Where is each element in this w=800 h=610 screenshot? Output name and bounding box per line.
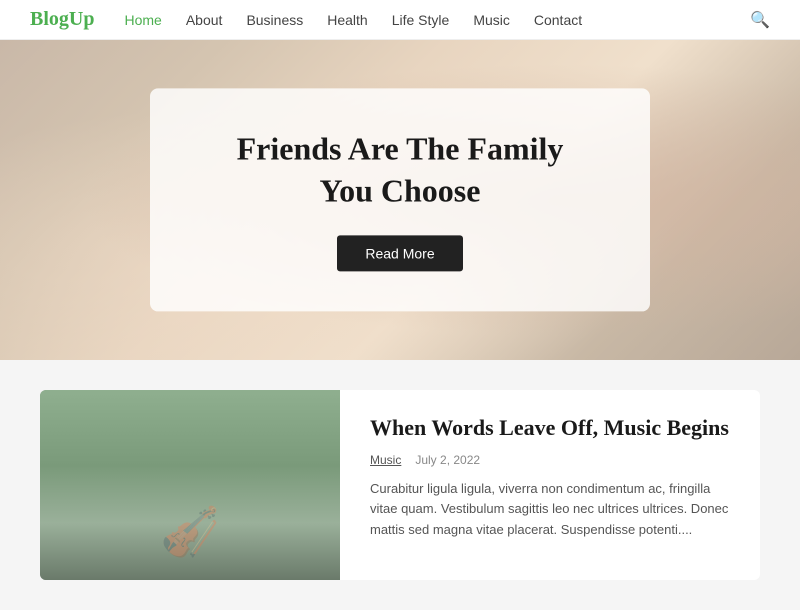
blog-section: When Words Leave Off, Music Begins Music… (0, 360, 800, 610)
header: BlogUp Home About Business Health Life S… (0, 0, 800, 40)
nav-item-about[interactable]: About (186, 12, 223, 28)
logo-text: Blog (30, 8, 69, 30)
blog-post-date: July 2, 2022 (415, 453, 480, 467)
nav-item-contact[interactable]: Contact (534, 12, 582, 28)
logo[interactable]: BlogUp (30, 8, 94, 31)
nav-item-health[interactable]: Health (327, 12, 367, 28)
hero-section: Friends Are The Family You Choose Read M… (0, 40, 800, 360)
nav-item-home[interactable]: Home (124, 12, 161, 28)
search-icon[interactable]: 🔍 (750, 10, 770, 30)
blog-post-meta: Music July 2, 2022 (370, 453, 740, 467)
blog-post-content: When Words Leave Off, Music Begins Music… (370, 390, 760, 580)
blog-post-category[interactable]: Music (370, 453, 401, 467)
nav-item-business[interactable]: Business (246, 12, 303, 28)
read-more-button[interactable]: Read More (337, 236, 462, 272)
nav-item-lifestyle[interactable]: Life Style (392, 12, 450, 28)
blog-card: When Words Leave Off, Music Begins Music… (40, 390, 760, 580)
blog-post-excerpt: Curabitur ligula ligula, viverra non con… (370, 479, 740, 541)
blog-post-image (40, 390, 340, 580)
hero-overlay: Friends Are The Family You Choose Read M… (150, 88, 650, 311)
main-nav: Home About Business Health Life Style Mu… (124, 12, 750, 28)
blog-post-title: When Words Leave Off, Music Begins (370, 414, 740, 443)
hero-title: Friends Are The Family You Choose (210, 128, 590, 211)
logo-accent: Up (69, 8, 95, 30)
nav-item-music[interactable]: Music (473, 12, 510, 28)
